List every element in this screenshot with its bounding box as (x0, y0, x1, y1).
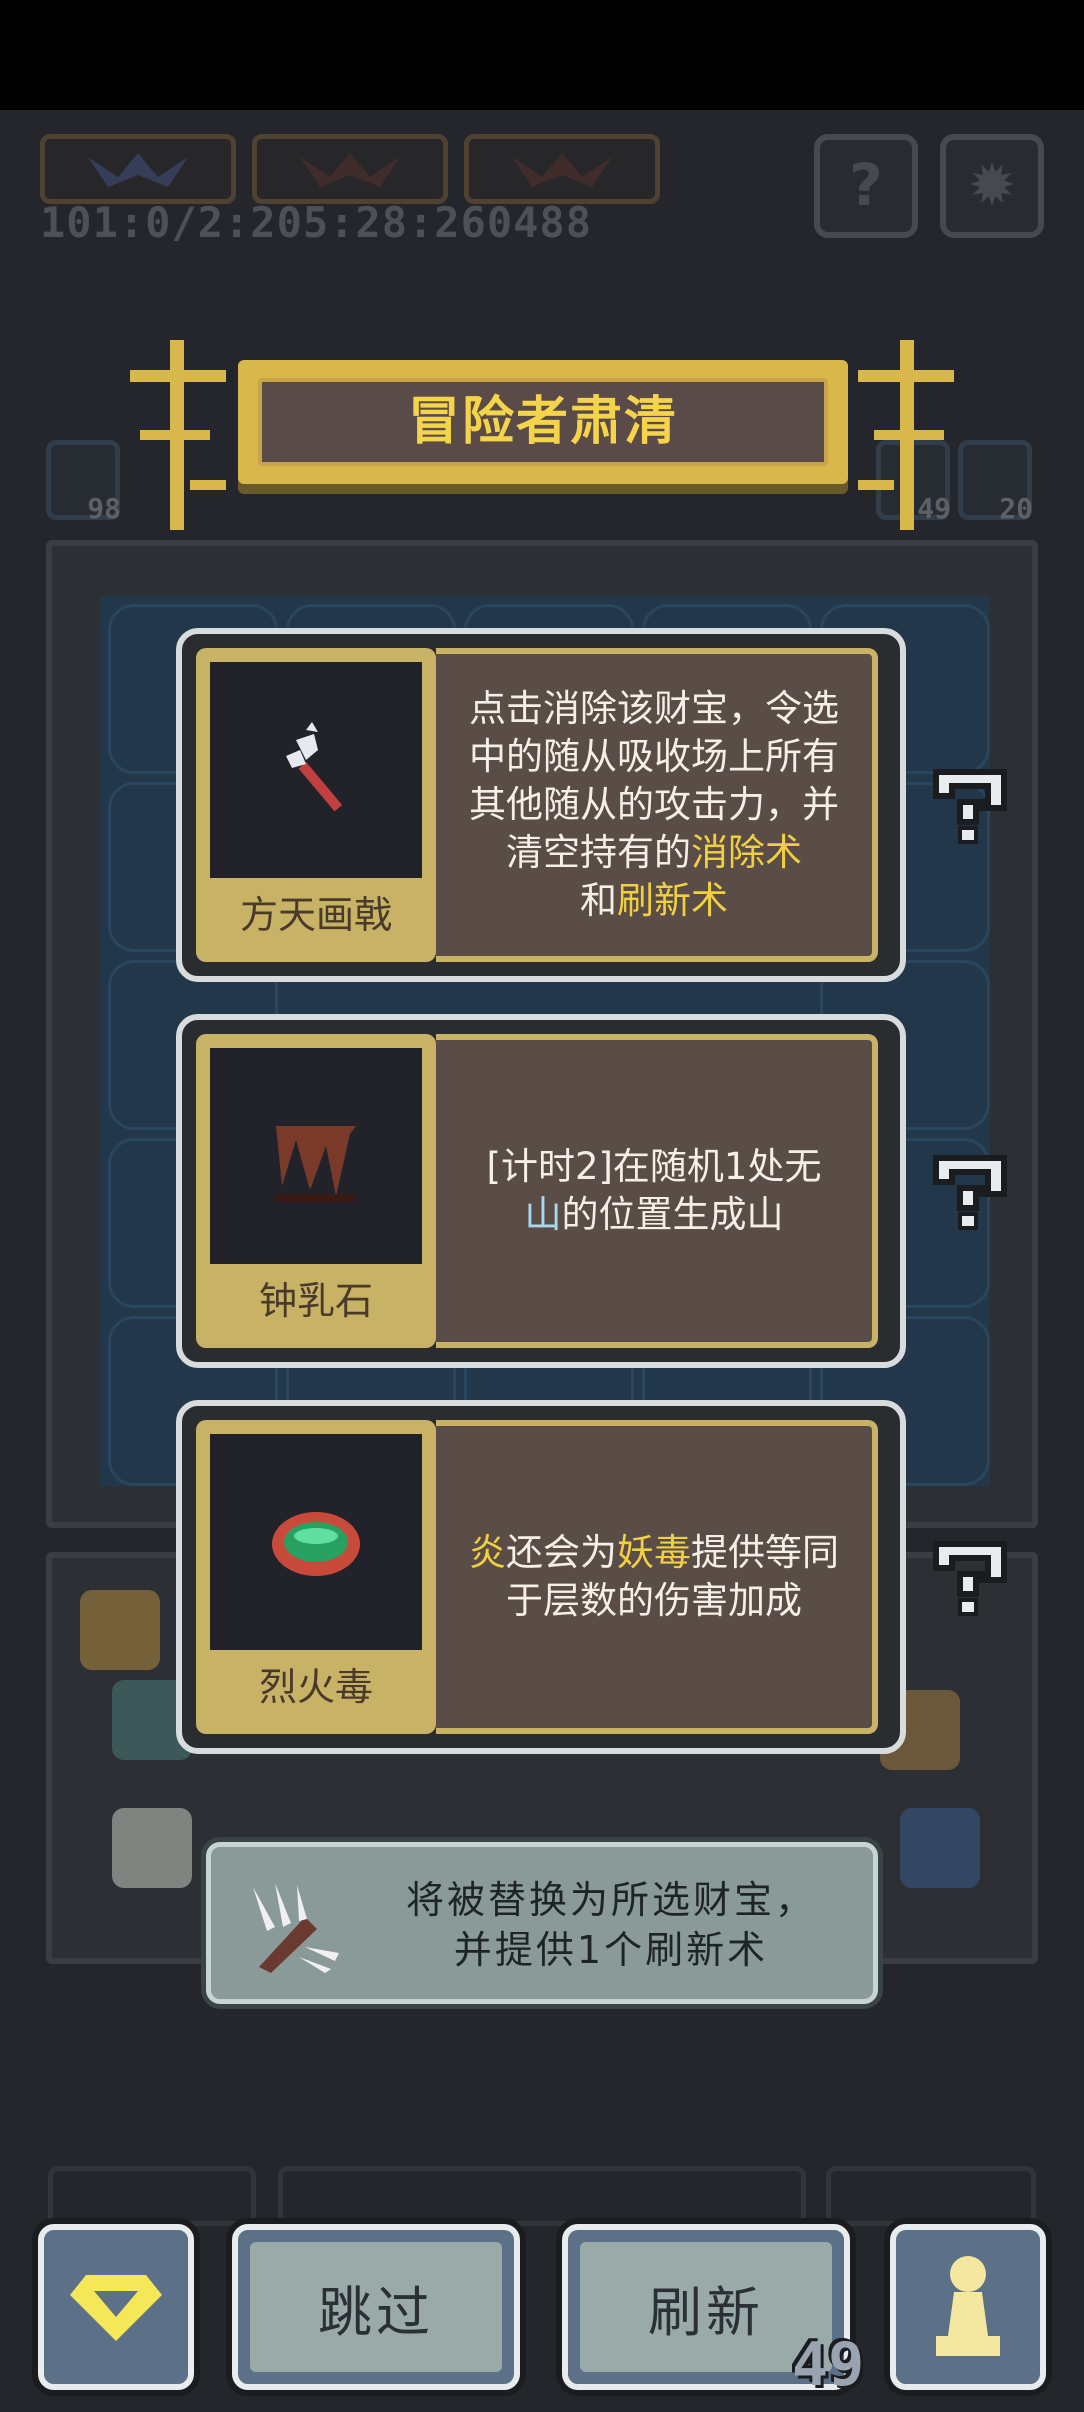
card-name: 方天画戟 (239, 893, 392, 937)
card-icon-panel: 方天画戟 (196, 648, 436, 962)
pawn-icon (936, 2256, 1000, 2356)
card-name: 烈火毒 (258, 1665, 373, 1709)
card-description-panel: 点击消除该财宝，令选中的随从吸收场上所有其他随从的攻击力，并清空持有的消除术 和刷… (436, 648, 878, 962)
card-info-icon-3[interactable] (930, 1538, 1010, 1618)
help-button[interactable]: ? (814, 134, 918, 238)
card-info-icon-1[interactable] (930, 766, 1010, 846)
halberd-icon (286, 722, 343, 812)
toast-message: 将被替换为所选财宝， 并提供1个刷新术 (405, 1878, 816, 1972)
run-seed: 101:0/2:205:28:260488 (40, 198, 593, 247)
counter-badge-1: 98 (46, 440, 121, 525)
pawn-button[interactable] (890, 2224, 1046, 2390)
boss-slot-3 (464, 134, 660, 204)
banner-post-left (130, 340, 226, 530)
card-description: 点击消除该财宝，令选中的随从吸收场上所有其他随从的攻击力，并清空持有的消除术 和刷… (469, 687, 839, 922)
inventory-item (112, 1808, 192, 1888)
counter-value: 20 (999, 492, 1033, 525)
skip-button[interactable]: 跳过 (232, 2224, 520, 2390)
refresh-label: 刷新 (648, 2280, 764, 2344)
bat-icon (88, 153, 188, 187)
gem-icon (70, 2275, 162, 2341)
card-description: [计时2]在随机1处无 山的位置生成山 (486, 1145, 822, 1236)
card-icon-panel: 钟乳石 (196, 1034, 436, 1348)
card-description-panel: 炎还会为妖毒提供等同于层数的伤害加成 (436, 1420, 878, 1734)
treasure-card-2[interactable]: 钟乳石 [计时2]在随机1处无 山的位置生成山 (176, 1014, 906, 1368)
boss-slot-1 (40, 134, 236, 204)
event-title: 冒险者肃清 (407, 392, 678, 452)
inventory-item (80, 1590, 160, 1670)
card-description: 炎还会为妖毒提供等同于层数的伤害加成 (469, 1531, 839, 1622)
card-info-icon-2[interactable] (930, 1152, 1010, 1232)
gem-button[interactable] (38, 2224, 194, 2390)
stalactite-icon (276, 1126, 356, 1202)
settings-button[interactable]: ✹ (940, 134, 1044, 238)
treasure-card-3[interactable]: 烈火毒 炎还会为妖毒提供等同于层数的伤害加成 (176, 1400, 906, 1754)
bat-icon (512, 153, 612, 187)
banner-post-right (858, 340, 954, 530)
card-name: 钟乳石 (258, 1279, 373, 1323)
claw-icon (253, 1883, 339, 1973)
counter-badge-3: 20 (958, 440, 1033, 525)
gear-icon: ✹ (967, 151, 1017, 219)
system-status-bar (0, 0, 1084, 110)
inventory-item (900, 1808, 980, 1888)
refresh-count: 49 (792, 2330, 865, 2400)
bat-icon (300, 153, 400, 187)
boss-slot-2 (252, 134, 448, 204)
counter-value: 98 (87, 492, 121, 525)
skip-label: 跳过 (318, 2280, 434, 2344)
card-icon-panel: 烈火毒 (196, 1420, 436, 1734)
fire-poison-icon (272, 1512, 360, 1576)
card-description-panel: [计时2]在随机1处无 山的位置生成山 (436, 1034, 878, 1348)
replace-hint-toast: 将被替换为所选财宝， 并提供1个刷新术 (206, 1842, 878, 2004)
treasure-card-1[interactable]: 方天画戟 点击消除该财宝，令选中的随从吸收场上所有其他随从的攻击力，并清空持有的… (176, 628, 906, 982)
